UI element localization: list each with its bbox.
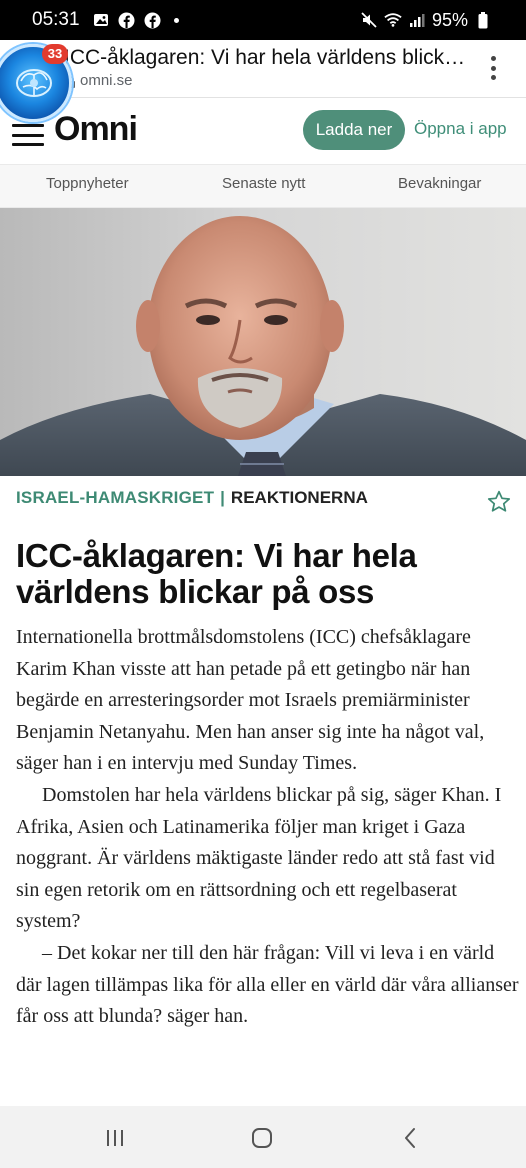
kicker-separator: | bbox=[220, 488, 225, 507]
domain-text: omni.se bbox=[80, 72, 133, 89]
notification-badge: 33 bbox=[42, 44, 68, 64]
download-button[interactable]: Ladda ner bbox=[303, 110, 405, 150]
gallery-icon bbox=[92, 11, 110, 29]
status-time: 05:31 bbox=[32, 9, 80, 30]
more-options-icon[interactable] bbox=[484, 54, 502, 82]
signal-icon bbox=[408, 11, 426, 29]
hamburger-menu-icon[interactable] bbox=[12, 124, 44, 146]
recent-apps-icon[interactable] bbox=[101, 1124, 129, 1152]
article-hero-image bbox=[0, 208, 526, 476]
category-link[interactable]: ISRAEL-HAMASKRIGET bbox=[16, 488, 214, 507]
home-icon[interactable] bbox=[248, 1124, 276, 1152]
tab-toppnyheter[interactable]: Toppnyheter bbox=[46, 175, 129, 192]
article-paragraph: – Det kokar ner till den här frågan: Vil… bbox=[16, 941, 519, 1028]
tab-senaste-nytt[interactable]: Senaste nytt bbox=[222, 175, 305, 192]
open-in-app-link[interactable]: Öppna i app bbox=[414, 119, 507, 139]
subcategory-label[interactable]: REAKTIONERNA bbox=[231, 488, 368, 507]
page-title: ICC-åklagaren: Vi har hela världens blic… bbox=[64, 46, 466, 69]
wifi-icon bbox=[384, 11, 402, 29]
article-paragraph: Internationella brottmålsdomstolens (ICC… bbox=[16, 626, 485, 775]
back-icon[interactable] bbox=[396, 1124, 424, 1152]
article-paragraph: Domstolen har hela världens blickar på s… bbox=[16, 783, 502, 933]
article-body: Internationella brottmålsdomstolens (ICC… bbox=[16, 622, 520, 1033]
omni-logo[interactable]: Omni bbox=[54, 110, 138, 149]
battery-icon bbox=[474, 11, 492, 29]
bookmark-star-icon[interactable] bbox=[486, 489, 512, 520]
page-url[interactable]: omni.se bbox=[66, 72, 133, 89]
facebook-icon bbox=[144, 11, 162, 29]
article-headline: ICC-åklagaren: Vi har hela världens blic… bbox=[16, 537, 417, 610]
status-bar: 05:31 95% bbox=[0, 0, 526, 40]
battery-level: 95% bbox=[431, 9, 468, 30]
facebook-icon bbox=[118, 11, 136, 29]
mute-icon bbox=[360, 11, 378, 29]
article-kicker: ISRAEL-HAMASKRIGET | REAKTIONERNA bbox=[16, 488, 368, 508]
tab-bevakningar[interactable]: Bevakningar bbox=[398, 175, 481, 192]
dot-icon bbox=[173, 17, 179, 23]
